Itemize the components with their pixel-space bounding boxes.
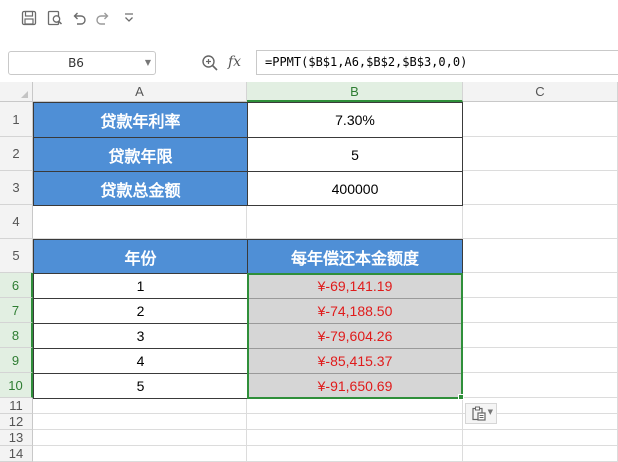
cell-c3[interactable]	[463, 171, 618, 205]
row-header-14[interactable]: 14	[0, 446, 33, 462]
zoom-search-icon[interactable]	[200, 53, 220, 73]
cell-a11[interactable]	[33, 398, 247, 414]
table-row-year[interactable]: 3	[33, 323, 248, 349]
value-interest-rate[interactable]: 7.30%	[247, 102, 463, 138]
paste-options-dropdown-icon: ▼	[487, 408, 493, 416]
cell-c14[interactable]	[463, 446, 618, 462]
table-row-year[interactable]: 2	[33, 298, 248, 324]
cell-b11[interactable]	[247, 398, 463, 414]
cell-a12[interactable]	[33, 414, 247, 430]
cell-c5[interactable]	[463, 239, 618, 273]
paste-options-button[interactable]: ▼	[465, 403, 497, 424]
undo-icon[interactable]	[70, 9, 88, 27]
formula-bar: B6 ▼ fx =PPMT($B$1,A6,$B$2,$B$3,0,0)	[0, 38, 618, 86]
cell-b12[interactable]	[247, 414, 463, 430]
table-row-year[interactable]: 1	[33, 273, 248, 299]
paste-options-icon	[471, 406, 487, 426]
cell-c6[interactable]	[463, 273, 618, 298]
row-header-6[interactable]: 6	[0, 273, 33, 298]
header-principal[interactable]: 每年偿还本金额度	[247, 239, 463, 274]
cell-c4[interactable]	[463, 205, 618, 239]
row-header-10[interactable]: 10	[0, 373, 33, 398]
cell-c2[interactable]	[463, 137, 618, 171]
cell-c9[interactable]	[463, 348, 618, 373]
customize-chevron-icon[interactable]	[120, 9, 138, 27]
value-loan-amount[interactable]: 400000	[247, 171, 463, 206]
cell-c7[interactable]	[463, 298, 618, 323]
selection-range-outline	[247, 273, 463, 399]
redo-icon[interactable]	[94, 9, 112, 27]
cell-a14[interactable]	[33, 446, 247, 462]
column-header-b[interactable]: B	[247, 82, 463, 102]
row-header-1[interactable]: 1	[0, 102, 33, 137]
table-row-year[interactable]: 5	[33, 373, 248, 399]
table-row-year[interactable]: 4	[33, 348, 248, 374]
cell-c1[interactable]	[463, 102, 618, 137]
value-loan-years[interactable]: 5	[247, 137, 463, 172]
row-header-8[interactable]: 8	[0, 323, 33, 348]
cell-a4[interactable]	[33, 205, 247, 239]
row-header-11[interactable]: 11	[0, 398, 33, 414]
quick-access-toolbar	[0, 0, 618, 38]
label-loan-years[interactable]: 贷款年限	[33, 137, 248, 172]
row-header-3[interactable]: 3	[0, 171, 33, 205]
formula-input[interactable]: =PPMT($B$1,A6,$B$2,$B$3,0,0)	[256, 50, 618, 75]
row-header-7[interactable]: 7	[0, 298, 33, 323]
row-header-5[interactable]: 5	[0, 239, 33, 273]
print-preview-icon[interactable]	[46, 9, 64, 27]
name-box-value: B6	[68, 56, 84, 70]
row-header-12[interactable]: 12	[0, 414, 33, 430]
insert-function-icon[interactable]: fx	[228, 52, 248, 72]
column-header-c[interactable]: C	[463, 82, 618, 102]
cell-b13[interactable]	[247, 430, 463, 446]
column-header-a[interactable]: A	[33, 82, 247, 102]
cell-c8[interactable]	[463, 323, 618, 348]
cell-b14[interactable]	[247, 446, 463, 462]
cell-c13[interactable]	[463, 430, 618, 446]
header-year[interactable]: 年份	[33, 239, 248, 274]
name-box[interactable]: B6 ▼	[8, 51, 156, 75]
row-header-4[interactable]: 4	[0, 205, 33, 239]
name-box-dropdown-icon[interactable]: ▼	[145, 52, 151, 74]
row-header-13[interactable]: 13	[0, 430, 33, 446]
row-header-9[interactable]: 9	[0, 348, 33, 373]
row-header-2[interactable]: 2	[0, 137, 33, 171]
save-icon[interactable]	[20, 9, 38, 27]
cell-b4[interactable]	[247, 205, 463, 239]
fill-handle[interactable]	[458, 394, 464, 400]
label-loan-amount[interactable]: 贷款总金额	[33, 171, 248, 206]
label-interest-rate[interactable]: 贷款年利率	[33, 102, 248, 138]
select-all-corner[interactable]	[0, 82, 33, 102]
cell-c10[interactable]	[463, 373, 618, 398]
cell-a13[interactable]	[33, 430, 247, 446]
